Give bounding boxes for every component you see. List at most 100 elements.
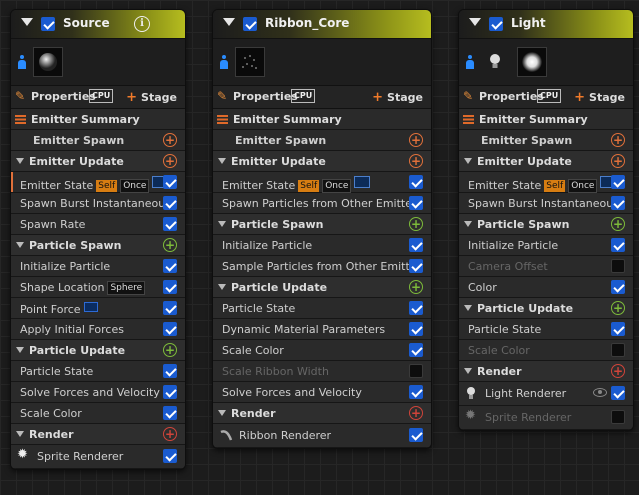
module-row[interactable]: Shape Location Sphere	[11, 277, 185, 298]
module-row-disabled[interactable]: Scale Color	[459, 340, 633, 361]
add-module-icon[interactable]: +	[409, 280, 423, 294]
emitter-node-ribbon-core[interactable]: Ribbon_Core ✎ Properties CPU + Stage Emit…	[212, 9, 432, 449]
properties-button[interactable]: Properties	[31, 90, 96, 103]
module-row[interactable]: Solve Forces and Velocity	[213, 382, 431, 403]
renderer-row[interactable]: Ribbon Renderer	[213, 424, 431, 448]
section-particle-update[interactable]: Particle Update +	[11, 340, 185, 361]
module-checkbox[interactable]	[163, 301, 177, 315]
add-module-icon[interactable]: +	[163, 133, 177, 147]
node-header[interactable]: Light	[459, 10, 633, 39]
module-row[interactable]: Sample Particles from Other Emitter	[213, 256, 431, 277]
eye-icon[interactable]	[593, 388, 607, 397]
renderer-row-disabled[interactable]: ✹ Sprite Renderer	[459, 406, 633, 430]
add-stage-button[interactable]: + Stage	[126, 90, 177, 105]
module-row-disabled[interactable]: Scale Ribbon Width	[213, 361, 431, 382]
section-emitter-update[interactable]: Emitter Update +	[11, 151, 185, 172]
module-checkbox[interactable]	[409, 259, 423, 273]
collapse-icon[interactable]	[464, 158, 472, 164]
add-module-icon[interactable]: +	[611, 301, 625, 315]
section-render[interactable]: Render +	[213, 403, 431, 424]
module-row[interactable]: Spawn Burst Instantaneous	[11, 193, 185, 214]
module-row[interactable]: Initialize Particle	[11, 256, 185, 277]
module-row[interactable]: Emitter State Self Once	[11, 172, 185, 193]
module-checkbox[interactable]	[611, 196, 625, 210]
collapse-icon[interactable]	[218, 284, 226, 290]
module-checkbox[interactable]	[409, 364, 423, 378]
person-icon[interactable]	[17, 55, 27, 71]
add-stage-button[interactable]: + Stage	[372, 90, 423, 105]
module-row[interactable]: Initialize Particle	[213, 235, 431, 256]
pencil-icon[interactable]: ✎	[463, 89, 475, 103]
module-row[interactable]: Emitter State Self Once	[213, 172, 431, 193]
module-checkbox[interactable]	[611, 322, 625, 336]
module-checkbox[interactable]	[163, 406, 177, 420]
properties-button[interactable]: Properties	[479, 90, 544, 103]
add-module-icon[interactable]: +	[163, 154, 177, 168]
section-particle-spawn[interactable]: Particle Spawn +	[459, 214, 633, 235]
emitter-spawn-row[interactable]: Emitter Spawn +	[459, 130, 633, 151]
emitter-summary-row[interactable]: Emitter Summary	[459, 109, 633, 130]
collapse-triangle-icon[interactable]	[469, 18, 481, 26]
module-row[interactable]: Point Force	[11, 298, 185, 319]
add-module-icon[interactable]: +	[409, 133, 423, 147]
module-checkbox[interactable]	[611, 238, 625, 252]
info-icon[interactable]: i	[134, 16, 150, 32]
module-checkbox[interactable]	[409, 196, 423, 210]
module-row[interactable]: Emitter State Self Once	[459, 172, 633, 193]
module-row[interactable]: Spawn Burst Instantaneous	[459, 193, 633, 214]
person-icon[interactable]	[219, 55, 229, 71]
module-checkbox[interactable]	[163, 259, 177, 273]
module-checkbox[interactable]	[409, 322, 423, 336]
module-row[interactable]: Initialize Particle	[459, 235, 633, 256]
sphere-thumbnail[interactable]	[33, 47, 63, 77]
emitter-node-source[interactable]: Source i ✎ Properties CPU + Stage Emitter…	[10, 9, 186, 470]
collapse-triangle-icon[interactable]	[21, 18, 33, 26]
section-particle-update[interactable]: Particle Update +	[459, 298, 633, 319]
module-checkbox[interactable]	[611, 280, 625, 294]
cpu-badge[interactable]: CPU	[537, 89, 562, 103]
node-header[interactable]: Source i	[11, 10, 185, 39]
add-module-icon[interactable]: +	[163, 238, 177, 252]
section-particle-spawn[interactable]: Particle Spawn +	[213, 214, 431, 235]
node-header[interactable]: Ribbon_Core	[213, 10, 431, 39]
module-checkbox[interactable]	[611, 343, 625, 357]
module-row[interactable]: Apply Initial Forces	[11, 319, 185, 340]
collapse-icon[interactable]	[16, 431, 24, 437]
pencil-icon[interactable]: ✎	[217, 89, 229, 103]
module-checkbox[interactable]	[409, 301, 423, 315]
person-icon[interactable]	[465, 55, 475, 71]
add-module-icon[interactable]: +	[611, 154, 625, 168]
module-row[interactable]: Color	[459, 277, 633, 298]
renderer-row[interactable]: ✹ Sprite Renderer	[11, 445, 185, 469]
module-row-disabled[interactable]: Camera Offset	[459, 256, 633, 277]
enable-checkbox[interactable]	[41, 17, 55, 31]
renderer-row[interactable]: Light Renderer	[459, 382, 633, 406]
module-checkbox[interactable]	[409, 343, 423, 357]
emitter-summary-row[interactable]: Emitter Summary	[11, 109, 185, 130]
pencil-icon[interactable]: ✎	[15, 89, 27, 103]
add-module-icon[interactable]: +	[611, 133, 625, 147]
module-row[interactable]: Scale Color	[213, 340, 431, 361]
module-checkbox[interactable]	[163, 280, 177, 294]
collapse-icon[interactable]	[218, 221, 226, 227]
module-row[interactable]: Spawn Particles from Other Emitter	[213, 193, 431, 214]
module-checkbox[interactable]	[163, 449, 177, 463]
emitter-node-light[interactable]: Light ✎ Properties CPU + Stage Emitter Su…	[458, 9, 634, 431]
module-checkbox[interactable]	[409, 428, 423, 442]
add-stage-button[interactable]: + Stage	[574, 90, 625, 105]
collapse-icon[interactable]	[464, 221, 472, 227]
module-checkbox[interactable]	[409, 385, 423, 399]
enable-checkbox[interactable]	[489, 17, 503, 31]
section-render[interactable]: Render +	[459, 361, 633, 382]
module-checkbox[interactable]	[409, 238, 423, 252]
module-checkbox[interactable]	[163, 364, 177, 378]
module-checkbox[interactable]	[611, 259, 625, 273]
collapse-icon[interactable]	[16, 347, 24, 353]
module-row[interactable]: Scale Color	[11, 403, 185, 424]
module-checkbox[interactable]	[611, 410, 625, 424]
module-row[interactable]: Dynamic Material Parameters	[213, 319, 431, 340]
section-particle-update[interactable]: Particle Update +	[213, 277, 431, 298]
enable-checkbox[interactable]	[243, 17, 257, 31]
collapse-triangle-icon[interactable]	[223, 18, 235, 26]
add-module-icon[interactable]: +	[409, 154, 423, 168]
